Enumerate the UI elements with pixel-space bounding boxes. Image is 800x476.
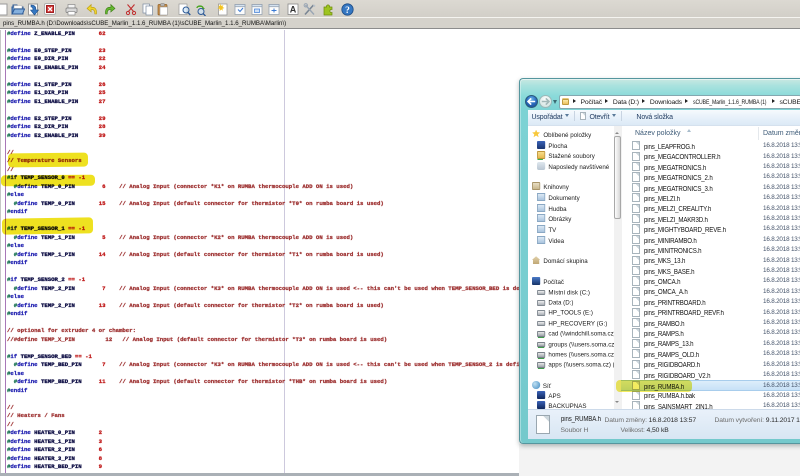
svg-text:?: ? bbox=[345, 6, 350, 16]
svg-text:A: A bbox=[290, 5, 297, 15]
